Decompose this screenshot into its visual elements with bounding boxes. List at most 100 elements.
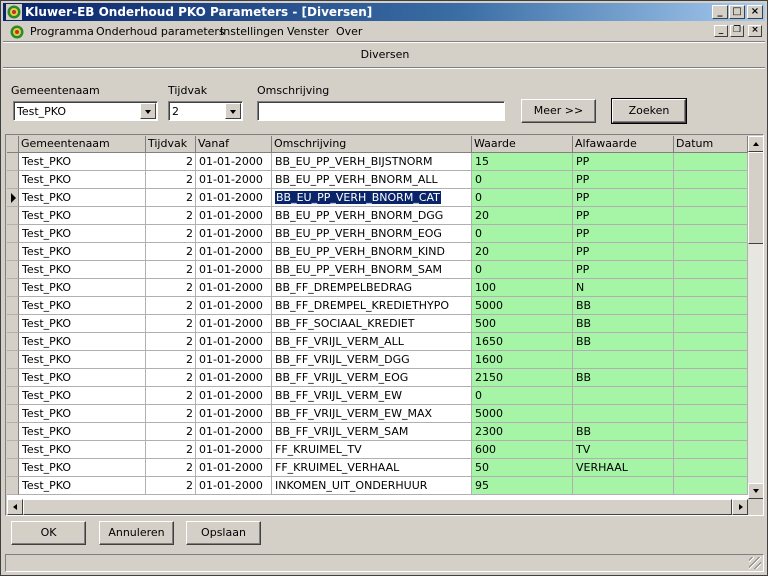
cell-waarde[interactable]: 95 — [472, 477, 573, 495]
cell-gemeentenaam[interactable]: Test_PKO — [19, 225, 146, 243]
cell-vanaf[interactable]: 01-01-2000 — [196, 423, 272, 441]
menu-instellingen[interactable]: Instellingen — [220, 25, 284, 38]
cell-alfawaarde[interactable]: BB — [573, 297, 674, 315]
annuleren-button[interactable]: Annuleren — [99, 521, 174, 545]
zoeken-button[interactable]: Zoeken — [611, 98, 687, 124]
vertical-scroll-thumb[interactable] — [748, 152, 763, 244]
table-row[interactable]: Test_PKO 2 01-01-2000 FF_KRUIMEL_TV 600 TV — [7, 441, 748, 459]
table-row[interactable]: Test_PKO 2 01-01-2000 BB_FF_VRIJL_VERM_ALL 1… — [7, 333, 748, 351]
cell-omschrijving[interactable]: BB_FF_VRIJL_VERM_EOG — [272, 369, 472, 387]
cell-vanaf[interactable]: 01-01-2000 — [196, 387, 272, 405]
table-row[interactable]: Test_PKO 2 01-01-2000 BB_FF_VRIJL_VERM_EW_M… — [7, 405, 748, 423]
row-indicator[interactable] — [7, 477, 19, 495]
cell-waarde[interactable]: 50 — [472, 459, 573, 477]
cell-alfawaarde[interactable] — [573, 405, 674, 423]
table-row[interactable]: Test_PKO 2 01-01-2000 BB_EU_PP_VERH_BNORM_C… — [7, 189, 748, 207]
row-indicator[interactable] — [7, 207, 19, 225]
cell-vanaf[interactable]: 01-01-2000 — [196, 369, 272, 387]
table-row[interactable]: Test_PKO 2 01-01-2000 BB_FF_DREMPELBEDRAG 10… — [7, 279, 748, 297]
cell-gemeentenaam[interactable]: Test_PKO — [19, 279, 146, 297]
row-indicator[interactable] — [7, 423, 19, 441]
cell-gemeentenaam[interactable]: Test_PKO — [19, 333, 146, 351]
cell-alfawaarde[interactable]: PP — [573, 171, 674, 189]
cell-alfawaarde[interactable]: BB — [573, 369, 674, 387]
mdi-restore-button[interactable]: ❐ — [730, 25, 744, 37]
row-indicator[interactable] — [7, 153, 19, 171]
mdi-child-icon[interactable] — [9, 24, 25, 40]
cell-waarde[interactable]: 2300 — [472, 423, 573, 441]
cell-gemeentenaam[interactable]: Test_PKO — [19, 387, 146, 405]
cell-gemeentenaam[interactable]: Test_PKO — [19, 315, 146, 333]
table-row[interactable]: Test_PKO 2 01-01-2000 BB_FF_DREMPEL_KREDIET… — [7, 297, 748, 315]
cell-alfawaarde[interactable] — [573, 351, 674, 369]
row-indicator[interactable] — [7, 333, 19, 351]
table-row[interactable]: Test_PKO 2 01-01-2000 FF_KRUIMEL_VERHAAL 50 V… — [7, 459, 748, 477]
cell-omschrijving[interactable]: BB_EU_PP_VERH_BNORM_SAM — [272, 261, 472, 279]
chevron-down-icon[interactable] — [140, 103, 156, 119]
omschrijving-input[interactable] — [257, 101, 505, 121]
table-row[interactable]: Test_PKO 2 01-01-2000 INKOMEN_UIT_ONDERHUUR… — [7, 477, 748, 495]
cell-datum[interactable] — [674, 171, 748, 189]
column-header-gemeentenaam[interactable]: Gemeentenaam — [19, 136, 146, 153]
cell-alfawaarde[interactable]: BB — [573, 333, 674, 351]
row-indicator[interactable] — [7, 171, 19, 189]
cell-waarde[interactable]: 0 — [472, 387, 573, 405]
cell-vanaf[interactable]: 01-01-2000 — [196, 171, 272, 189]
cell-datum[interactable] — [674, 477, 748, 495]
cell-omschrijving[interactable]: BB_FF_VRIJL_VERM_EW_MAX — [272, 405, 472, 423]
column-header-tijdvak[interactable]: Tijdvak — [146, 136, 196, 153]
horizontal-scroll-thumb[interactable] — [23, 499, 732, 515]
scroll-up-icon[interactable] — [748, 136, 763, 152]
cell-tijdvak[interactable]: 2 — [146, 297, 196, 315]
cell-omschrijving[interactable]: BB_FF_VRIJL_VERM_ALL — [272, 333, 472, 351]
cell-omschrijving[interactable]: BB_FF_VRIJL_VERM_EW — [272, 387, 472, 405]
cell-vanaf[interactable]: 01-01-2000 — [196, 189, 272, 207]
cell-vanaf[interactable]: 01-01-2000 — [196, 459, 272, 477]
cell-omschrijving[interactable]: BB_EU_PP_VERH_BNORM_EOG — [272, 225, 472, 243]
horizontal-scrollbar[interactable] — [7, 499, 748, 515]
gemeentenaam-select[interactable]: Test_PKO — [13, 101, 158, 121]
cell-omschrijving[interactable]: FF_KRUIMEL_VERHAAL — [272, 459, 472, 477]
cell-vanaf[interactable]: 01-01-2000 — [196, 441, 272, 459]
table-row[interactable]: Test_PKO 2 01-01-2000 BB_FF_VRIJL_VERM_EOG 2… — [7, 369, 748, 387]
cell-waarde[interactable]: 0 — [472, 261, 573, 279]
cell-tijdvak[interactable]: 2 — [146, 441, 196, 459]
row-indicator[interactable] — [7, 189, 19, 207]
cell-tijdvak[interactable]: 2 — [146, 225, 196, 243]
table-row[interactable]: Test_PKO 2 01-01-2000 BB_FF_SOCIAAL_KREDIET… — [7, 315, 748, 333]
cell-tijdvak[interactable]: 2 — [146, 387, 196, 405]
cell-vanaf[interactable]: 01-01-2000 — [196, 261, 272, 279]
mdi-close-button[interactable]: × — [748, 25, 762, 37]
cell-gemeentenaam[interactable]: Test_PKO — [19, 189, 146, 207]
column-header-datum[interactable]: Datum — [674, 136, 748, 153]
cell-alfawaarde[interactable]: PP — [573, 207, 674, 225]
table-row[interactable]: Test_PKO 2 01-01-2000 BB_EU_PP_VERH_BIJSTNO… — [7, 153, 748, 171]
cell-datum[interactable] — [674, 153, 748, 171]
cell-gemeentenaam[interactable]: Test_PKO — [19, 369, 146, 387]
row-indicator[interactable] — [7, 315, 19, 333]
cell-datum[interactable] — [674, 189, 748, 207]
column-header-vanaf[interactable]: Vanaf — [196, 136, 272, 153]
table-row[interactable]: Test_PKO 2 01-01-2000 BB_FF_VRIJL_VERM_SAM 2… — [7, 423, 748, 441]
cell-datum[interactable] — [674, 261, 748, 279]
cell-tijdvak[interactable]: 2 — [146, 189, 196, 207]
minimize-button[interactable]: _ — [712, 5, 728, 19]
table-row[interactable]: Test_PKO 2 01-01-2000 BB_EU_PP_VERH_BNORM_A… — [7, 171, 748, 189]
scroll-down-icon[interactable] — [748, 483, 763, 499]
cell-gemeentenaam[interactable]: Test_PKO — [19, 477, 146, 495]
cell-tijdvak[interactable]: 2 — [146, 171, 196, 189]
menu-over[interactable]: Over — [336, 25, 362, 38]
resize-grip-icon[interactable] — [749, 557, 761, 569]
cell-tijdvak[interactable]: 2 — [146, 315, 196, 333]
row-indicator[interactable] — [7, 351, 19, 369]
cell-tijdvak[interactable]: 2 — [146, 369, 196, 387]
tijdvak-select[interactable]: 2 — [168, 101, 243, 121]
cell-vanaf[interactable]: 01-01-2000 — [196, 351, 272, 369]
cell-tijdvak[interactable]: 2 — [146, 279, 196, 297]
cell-waarde[interactable]: 20 — [472, 243, 573, 261]
cell-vanaf[interactable]: 01-01-2000 — [196, 297, 272, 315]
cell-alfawaarde[interactable]: TV — [573, 441, 674, 459]
cell-datum[interactable] — [674, 333, 748, 351]
cell-datum[interactable] — [674, 351, 748, 369]
cell-tijdvak[interactable]: 2 — [146, 459, 196, 477]
